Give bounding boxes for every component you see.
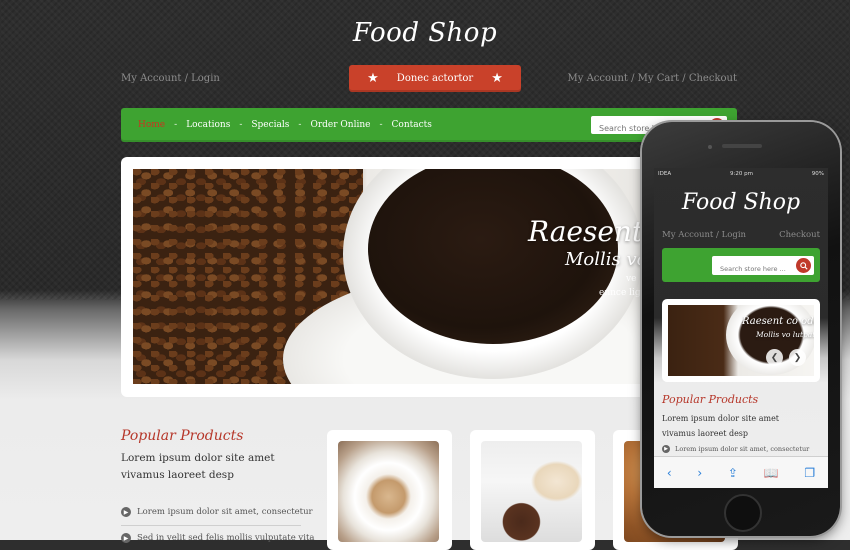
chevron-right-icon: ❯ xyxy=(793,352,802,363)
account-cart-checkout-link[interactable]: My Account / My Cart / Checkout xyxy=(568,73,738,84)
mobile-checkout-link[interactable]: Checkout xyxy=(779,230,820,240)
arrow-right-icon: ▶ xyxy=(121,533,131,543)
slider-next-button[interactable]: ❯ xyxy=(789,349,806,366)
chevron-left-icon: ❮ xyxy=(770,352,779,363)
carrier-label: IDEA xyxy=(658,171,672,177)
battery-label: 90% xyxy=(811,171,824,177)
nav-separator: - xyxy=(174,120,178,130)
forward-icon[interactable]: › xyxy=(697,466,702,480)
camera-icon xyxy=(708,145,712,149)
nav-separator: - xyxy=(239,120,243,130)
nav-item-contacts[interactable]: Contacts xyxy=(392,120,432,130)
mobile-slide-subtitle: Mollis vo lutpat xyxy=(756,330,814,339)
hero-text-line: ve xyxy=(626,274,637,284)
mobile-account-link[interactable]: My Account / Login xyxy=(662,230,746,240)
clock-label: 9:20 pm xyxy=(730,171,753,177)
phone-screen: IDEA 9:20 pm 90% Food Shop My Account / … xyxy=(654,168,828,488)
share-icon[interactable]: ⇪ xyxy=(728,466,738,480)
intro-line: vivamus laoreet desp xyxy=(121,469,234,481)
hero-slide-image[interactable]: Raesent co Mollis vo ve ennce lig xyxy=(133,169,653,384)
list-item-label: Lorem ipsum dolor sit amet, consectetur xyxy=(675,445,810,453)
browser-toolbar: ‹ › ⇪ 📖 ❐ xyxy=(654,456,828,488)
divider xyxy=(121,525,301,526)
star-icon: ★ xyxy=(491,71,503,86)
nav-separator: - xyxy=(379,120,383,130)
mobile-section-title: Popular Products xyxy=(662,393,759,406)
list-item-label: Lorem ipsum dolor sit amet, consectetur xyxy=(137,507,313,517)
nav-separator: - xyxy=(298,120,302,130)
search-icon xyxy=(799,261,808,270)
donut-coffee-image xyxy=(481,441,582,542)
bookmarks-icon[interactable]: 📖 xyxy=(764,466,779,480)
mobile-logo[interactable]: Food Shop xyxy=(654,190,828,215)
nav-item-home[interactable]: Home xyxy=(138,120,165,130)
nav-item-order-online[interactable]: Order Online xyxy=(310,120,370,130)
mobile-slider-frame: Raesent co odo Mollis vo lutpat ❮ ❯ xyxy=(662,299,820,382)
mobile-nav-bar xyxy=(662,248,820,282)
tabs-icon[interactable]: ❐ xyxy=(804,466,815,480)
arrow-right-icon: ▶ xyxy=(121,507,131,517)
mobile-search-input[interactable] xyxy=(712,259,790,279)
account-login-link[interactable]: My Account / Login xyxy=(121,73,220,84)
product-card[interactable] xyxy=(327,430,452,550)
intro-line: vivamus laoreet desp xyxy=(662,429,749,438)
slider-prev-button[interactable]: ❮ xyxy=(766,349,783,366)
arrow-right-icon: ▶ xyxy=(662,445,670,453)
back-icon[interactable]: ‹ xyxy=(667,466,672,480)
list-item[interactable]: ▶ Sed in velit sed felis mollis vulputat… xyxy=(121,533,314,543)
promo-label: Donec actortor xyxy=(396,73,474,84)
mobile-intro: Lorem ipsum dolor site amet vivamus laor… xyxy=(662,411,827,441)
mobile-slide-title: Raesent co odo xyxy=(742,316,814,327)
phone-mockup: IDEA 9:20 pm 90% Food Shop My Account / … xyxy=(642,122,840,536)
product-card[interactable] xyxy=(470,430,595,550)
popular-intro: Lorem ipsum dolor site amet vivamus laor… xyxy=(121,450,311,484)
hero-slider-frame: Raesent co Mollis vo ve ennce lig xyxy=(121,157,661,397)
list-item-label: Sed in velit sed felis mollis vulputate … xyxy=(137,533,315,543)
site-logo[interactable]: Food Shop xyxy=(0,18,850,48)
mobile-slide-image[interactable]: Raesent co odo Mollis vo lutpat ❮ ❯ xyxy=(668,305,814,376)
hero-title: Raesent co xyxy=(528,215,653,248)
nav-item-locations[interactable]: Locations xyxy=(186,120,230,130)
speaker-grill xyxy=(722,144,762,148)
home-button[interactable] xyxy=(724,494,762,532)
mobile-search-box xyxy=(712,256,814,279)
mobile-search-button[interactable] xyxy=(796,258,811,273)
status-bar: IDEA 9:20 pm 90% xyxy=(654,168,828,180)
list-item[interactable]: ▶ Lorem ipsum dolor sit amet, consectetu… xyxy=(662,445,809,453)
nav-item-specials[interactable]: Specials xyxy=(251,120,289,130)
hero-subtitle: Mollis vo xyxy=(565,249,648,270)
cappuccino-image xyxy=(338,441,439,542)
promo-button[interactable]: ★ Donec actortor ★ xyxy=(349,65,521,92)
hero-text-line: ennce lig xyxy=(599,288,641,298)
popular-products-title: Popular Products xyxy=(121,428,244,444)
star-icon: ★ xyxy=(367,71,379,86)
intro-line: Lorem ipsum dolor site amet xyxy=(662,414,780,423)
intro-line: Lorem ipsum dolor site amet xyxy=(121,452,275,464)
list-item[interactable]: ▶ Lorem ipsum dolor sit amet, consectetu… xyxy=(121,507,313,517)
